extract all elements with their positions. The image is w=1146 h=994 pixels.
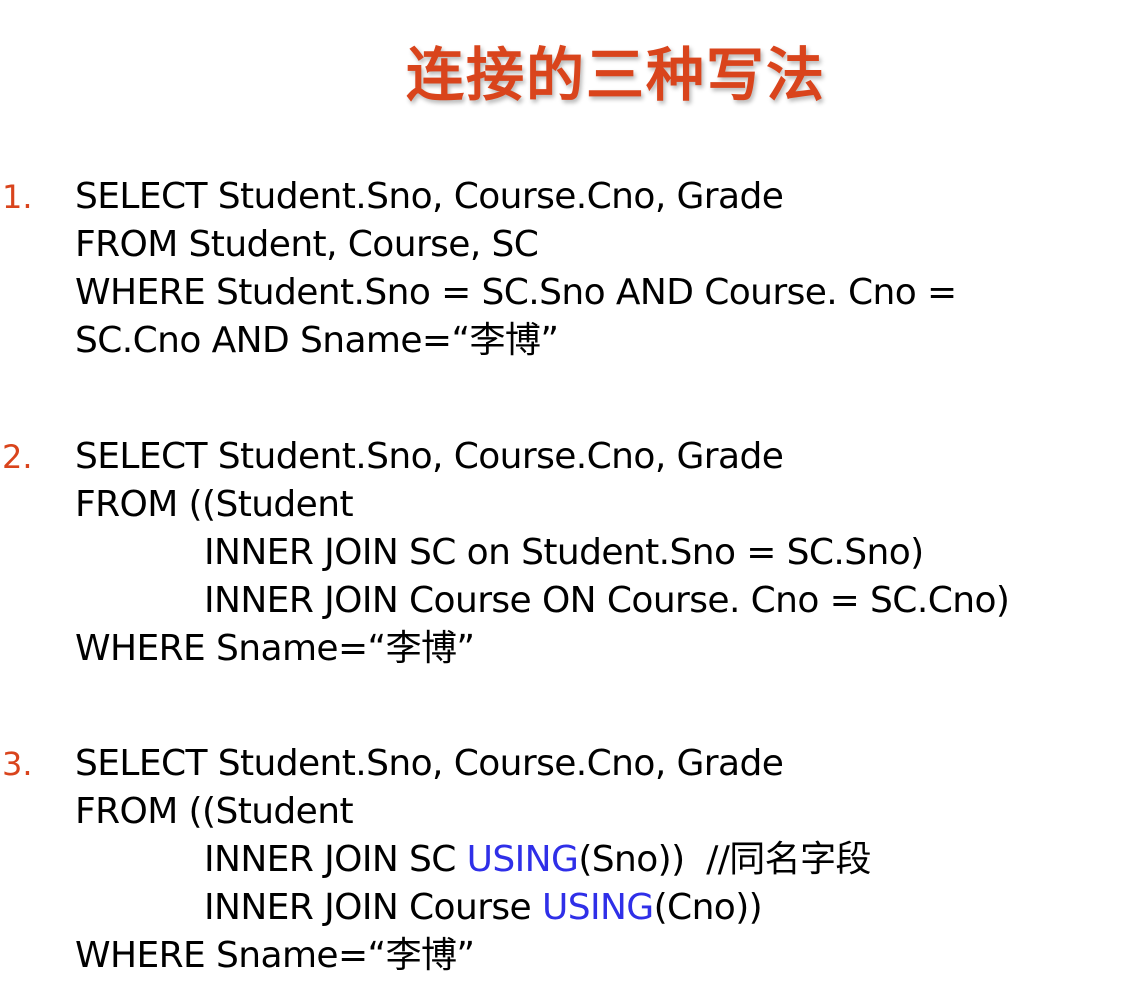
sql-line: FROM Student, Course, SC xyxy=(75,224,539,265)
sql-line: WHERE Sname=“李博” xyxy=(75,628,475,669)
sql-text: INNER JOIN Course xyxy=(204,887,542,928)
sql-text: (Sno)) //同名字段 xyxy=(578,839,871,880)
using-keyword: USING xyxy=(466,839,579,880)
list-number: 2. xyxy=(2,438,33,476)
list-number: 3. xyxy=(2,745,33,783)
using-keyword: USING xyxy=(541,887,654,928)
sql-line: INNER JOIN SC on Student.Sno = SC.Sno) xyxy=(204,532,924,573)
sql-line: SELECT Student.Sno, Course.Cno, Grade xyxy=(75,743,784,784)
list-number: 1. xyxy=(2,178,33,216)
sql-line: SELECT Student.Sno, Course.Cno, Grade xyxy=(75,176,784,217)
sql-line: FROM ((Student xyxy=(75,791,354,832)
sql-text: (Cno)) xyxy=(653,887,763,928)
sql-line: SELECT Student.Sno, Course.Cno, Grade xyxy=(75,436,784,477)
sql-line: SC.Cno AND Sname=“李博” xyxy=(75,320,559,361)
sql-line: INNER JOIN SC USING(Sno)) //同名字段 xyxy=(204,836,871,884)
sql-line: WHERE Student.Sno = SC.Sno AND Course. C… xyxy=(75,272,957,313)
sql-line: WHERE Sname=“李博” xyxy=(75,935,475,976)
slide-title: 连接的三种写法 xyxy=(405,41,826,109)
sql-line: INNER JOIN Course ON Course. Cno = SC.Cn… xyxy=(204,580,1010,621)
sql-line: FROM ((Student xyxy=(75,484,354,525)
sql-line: INNER JOIN Course USING(Cno)) xyxy=(204,884,763,932)
sql-text: INNER JOIN SC xyxy=(204,839,467,880)
